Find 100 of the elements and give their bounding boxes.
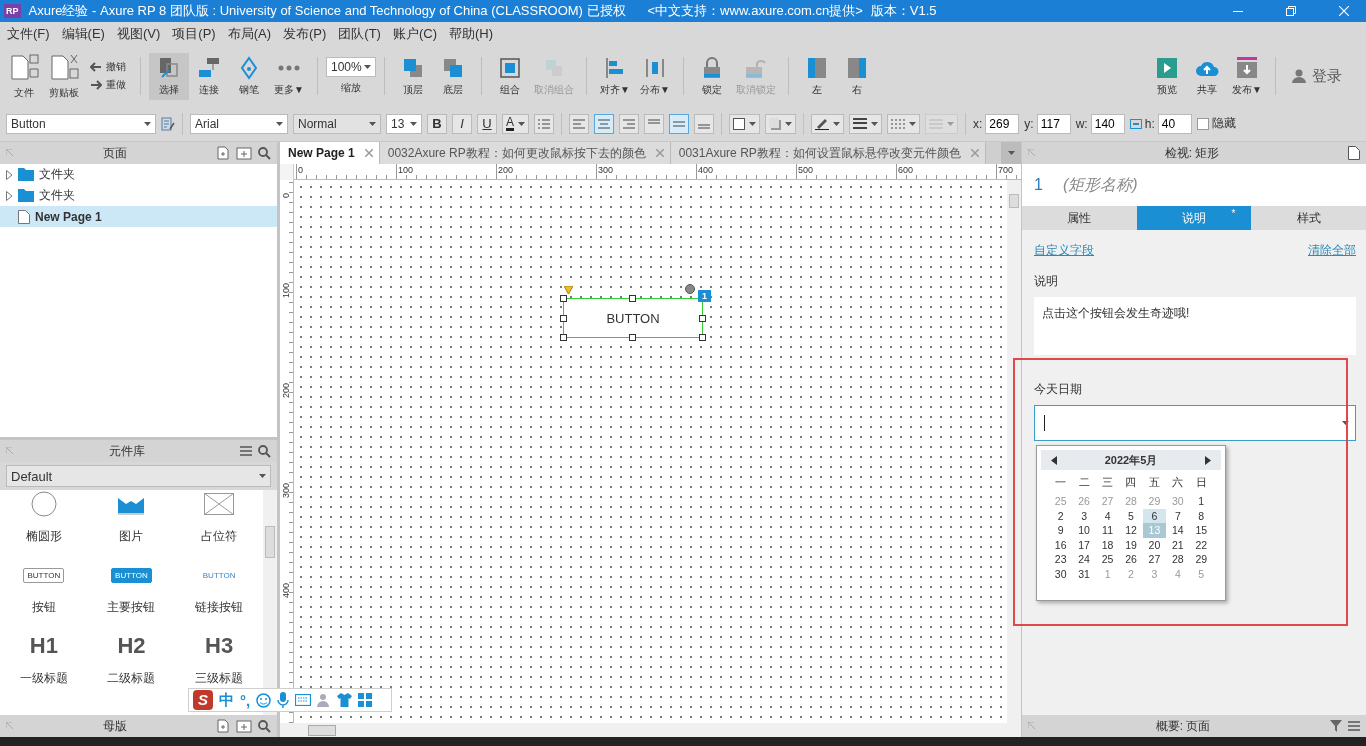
menu-item[interactable]: 视图(V) <box>109 25 166 43</box>
resize-handle[interactable] <box>629 295 636 302</box>
menu-item[interactable]: 项目(P) <box>165 25 221 43</box>
calendar-day[interactable]: 19 <box>1119 537 1143 553</box>
calendar-day[interactable]: 8 <box>1189 508 1213 524</box>
calendar-day[interactable]: 3 <box>1072 508 1096 524</box>
rotate-handle[interactable] <box>685 284 695 294</box>
bullet-list-button[interactable] <box>534 113 554 134</box>
calendar-day[interactable]: 9 <box>1049 523 1073 538</box>
pen-tool-button[interactable]: 钢笔 <box>229 52 269 100</box>
redo-button[interactable]: 重做 <box>90 78 126 92</box>
resize-handle[interactable] <box>560 315 567 322</box>
calendar-day[interactable]: 4 <box>1095 508 1120 524</box>
menu-item[interactable]: 团队(T) <box>331 25 386 43</box>
right-panel-tool-button[interactable]: 右 <box>837 52 877 100</box>
calendar-day[interactable]: 28 <box>1166 552 1190 567</box>
calendar-day[interactable]: 1 <box>1189 494 1213 509</box>
ime-mode-button[interactable]: 中 <box>219 690 234 710</box>
page-tab[interactable]: 0031Axure RP教程：如何设置鼠标悬停改变元件颜色 <box>670 142 986 164</box>
calendar-day[interactable]: 10 <box>1072 523 1096 538</box>
calendar-day[interactable]: 5 <box>1119 508 1143 524</box>
next-month-button[interactable] <box>1205 455 1211 465</box>
calendar-day[interactable]: 7 <box>1166 508 1190 524</box>
resize-handle[interactable] <box>629 334 636 341</box>
inspector-tab[interactable]: 样式 <box>1251 206 1366 230</box>
calendar-day[interactable]: 12 <box>1119 523 1143 538</box>
align-button[interactable] <box>619 113 639 134</box>
ime-mode-button[interactable]: °, <box>240 691 251 709</box>
resize-handle[interactable] <box>560 295 567 302</box>
custom-fields-link[interactable]: 自定义字段 <box>1034 242 1094 259</box>
calendar-day[interactable]: 2 <box>1049 508 1073 524</box>
inspector-tab[interactable]: 说明 * <box>1136 206 1252 230</box>
menu-item[interactable]: 布局(A) <box>220 25 276 43</box>
line-style-button[interactable] <box>887 113 920 134</box>
calendar-day[interactable]: 21 <box>1166 537 1190 553</box>
valign-button[interactable] <box>644 113 664 134</box>
dots-tool-button[interactable]: 更多▼ <box>269 52 309 100</box>
calendar-day[interactable]: 11 <box>1095 523 1120 538</box>
geometry-field[interactable]: 117 <box>1036 113 1071 134</box>
align-tool-button[interactable]: 对齐▼ <box>595 52 635 100</box>
geometry-field[interactable]: 269 <box>985 113 1020 134</box>
calendar-day[interactable]: 27 <box>1142 552 1167 567</box>
text-style-button[interactable]: U <box>477 113 497 134</box>
calendar-day[interactable]: 16 <box>1049 537 1073 553</box>
geometry-field[interactable]: 40 <box>1157 113 1192 134</box>
tab-list-button[interactable] <box>1001 142 1021 164</box>
menu-item[interactable]: 帮助(H) <box>442 25 499 43</box>
align-button[interactable] <box>569 113 589 134</box>
menu-item[interactable]: 发布(P) <box>276 25 332 43</box>
menu-item[interactable]: 编辑(E) <box>54 25 110 43</box>
valign-button[interactable] <box>669 113 689 134</box>
checkbox[interactable] <box>1196 117 1209 130</box>
calendar-day[interactable]: 30 <box>1049 566 1073 582</box>
group-tool-button[interactable]: 组合 <box>490 52 530 100</box>
scrollbar[interactable] <box>280 723 1021 737</box>
distribute-tool-button[interactable]: 分布▼ <box>635 52 675 100</box>
menu-item[interactable]: 账户(C) <box>385 25 442 43</box>
calendar-day[interactable]: 25 <box>1095 552 1120 567</box>
style-dropdown[interactable]: Button <box>6 113 156 134</box>
shadow-button[interactable] <box>765 113 796 134</box>
connector-tool-button[interactable]: 连接 <box>189 52 229 100</box>
undo-button[interactable]: 撤销 <box>90 60 126 74</box>
valign-button[interactable] <box>694 113 714 134</box>
page-tree-item[interactable]: New Page 1 <box>0 206 277 227</box>
calendar-day[interactable]: 14 <box>1166 523 1190 538</box>
resize-handle[interactable] <box>560 334 567 341</box>
calendar-day[interactable]: 17 <box>1072 537 1096 553</box>
login-button[interactable]: 登录 <box>1292 66 1342 86</box>
lock-tool-button[interactable]: 锁定 <box>692 52 732 100</box>
button-widget[interactable]: BUTTON <box>563 298 703 338</box>
font-dropdown[interactable]: Arial <box>190 113 288 134</box>
calendar-day[interactable]: 6 <box>1142 508 1167 524</box>
page-tree-item[interactable]: 文件夹 <box>0 185 277 206</box>
send-back-tool-button[interactable]: 底层 <box>433 52 473 100</box>
calendar-day[interactable]: 24 <box>1072 552 1096 567</box>
calendar-day[interactable]: 26 <box>1119 552 1143 567</box>
line-weight-button[interactable] <box>849 113 882 134</box>
page-tab[interactable]: New Page 1 <box>280 142 380 164</box>
line-color-button[interactable] <box>811 113 844 134</box>
calendar-day[interactable]: 18 <box>1095 537 1120 553</box>
date-field[interactable] <box>1034 405 1356 441</box>
scrollbar[interactable] <box>1007 180 1021 723</box>
widget-name-field[interactable]: (矩形名称) <box>1062 174 1138 196</box>
calendar-day[interactable]: 23 <box>1049 552 1073 567</box>
text-style-button[interactable]: I <box>452 113 472 134</box>
resize-handle[interactable] <box>699 315 706 322</box>
share-button[interactable]: 共享 <box>1187 52 1227 100</box>
publish-button[interactable]: 发布▼ <box>1227 52 1267 100</box>
align-button[interactable] <box>594 113 614 134</box>
description-field[interactable]: 点击这个按钮会发生奇迹哦! <box>1034 297 1356 355</box>
calendar-day[interactable]: 20 <box>1142 537 1167 553</box>
calendar-day[interactable]: 15 <box>1189 523 1213 538</box>
clipboard-tool-button[interactable]: 剪贴板 <box>44 49 84 103</box>
bring-front-tool-button[interactable]: 顶层 <box>393 52 433 100</box>
text-style-button[interactable]: B <box>427 113 447 134</box>
geometry-field[interactable]: 140 <box>1090 113 1125 134</box>
inspector-tab[interactable]: 属性 <box>1022 206 1137 230</box>
page-tree-item[interactable]: 文件夹 <box>0 164 277 185</box>
font-color-button[interactable]: A <box>502 113 529 134</box>
previous-month-button[interactable] <box>1051 455 1057 465</box>
